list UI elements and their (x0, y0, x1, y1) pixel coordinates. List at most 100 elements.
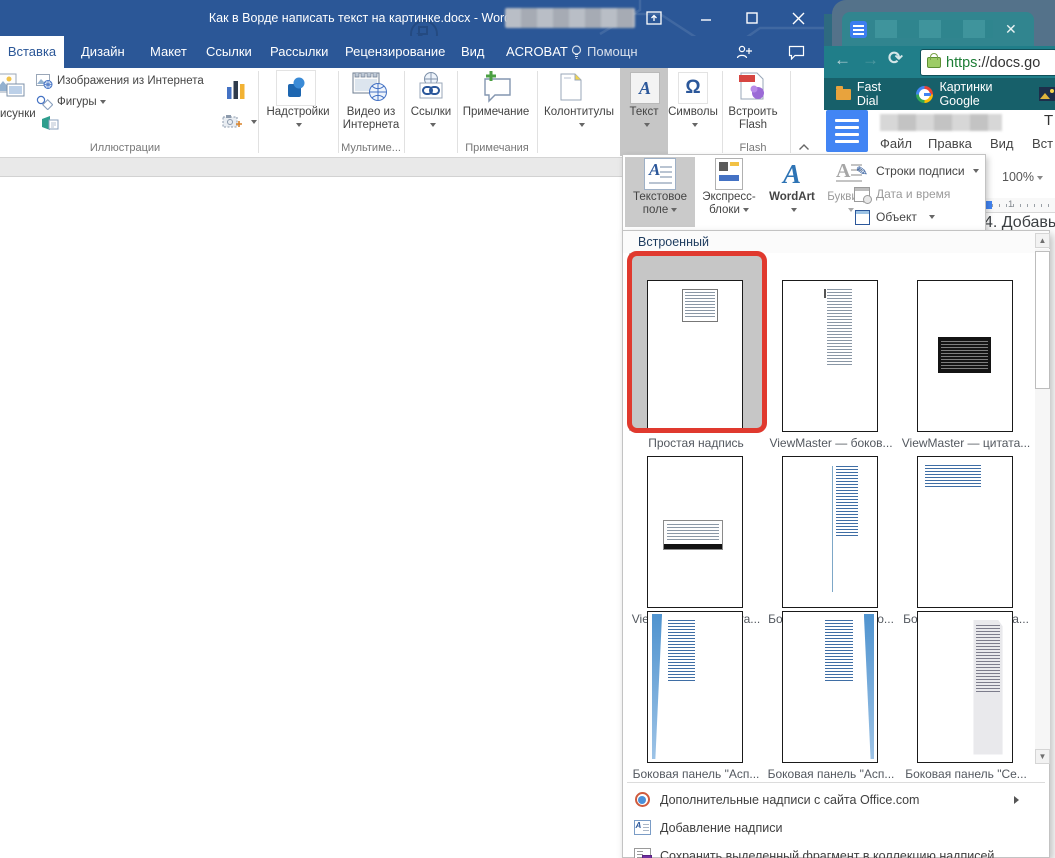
signature-pen-icon: ✎ (852, 161, 873, 181)
tab-review[interactable]: Рецензирование (345, 36, 445, 68)
maximize-button[interactable] (730, 0, 774, 36)
symbols-icon[interactable]: Ω (678, 72, 708, 104)
symbols-button[interactable]: Символы (668, 106, 718, 118)
menu-item-more-from-office[interactable]: Дополнительные надписи с сайта Office.co… (623, 786, 1033, 813)
new-comment-icon[interactable] (476, 69, 514, 103)
group-separator (338, 71, 339, 153)
bookmark-image-icon-partial[interactable] (1039, 87, 1055, 101)
gallery-item-label: ViewMaster — боков... (762, 436, 900, 450)
online-pictures-button[interactable]: Изображения из Интернета (57, 75, 204, 87)
reload-icon[interactable]: ⟳ (888, 48, 903, 69)
docs-menu-file[interactable]: Файл (880, 136, 912, 151)
object-button[interactable]: Объект (853, 207, 983, 227)
menu-item-label: Дополнительные надписи с сайта Office.co… (660, 793, 919, 807)
tab-insert[interactable]: Вставка (0, 36, 64, 68)
forward-icon[interactable]: → (862, 50, 879, 70)
submenu-arrow-icon (1014, 796, 1019, 804)
screenshot-caret[interactable] (251, 120, 257, 124)
collapse-ribbon-icon[interactable] (798, 138, 814, 152)
date-time-button[interactable]: Дата и время (853, 184, 983, 204)
addins-button[interactable]: Надстройки (263, 106, 333, 118)
tab-view[interactable]: Вид (461, 36, 485, 68)
docs-zoom-control[interactable]: 100% (1002, 170, 1043, 184)
word-titlebar: Как в Ворде написать текст на картинке.d… (0, 0, 824, 36)
thumbnail-page (917, 456, 1013, 608)
text-box-label1: Текстовое (625, 191, 695, 204)
quick-parts-button[interactable]: Экспресс- блоки (697, 157, 761, 227)
tab-design[interactable]: Дизайн (81, 36, 125, 68)
bookmark-fast-dial[interactable]: Fast Dial (857, 80, 903, 108)
redacted-account-name (505, 8, 635, 28)
back-icon[interactable]: ← (834, 50, 851, 70)
thumbnail-page (917, 611, 1013, 763)
chart-icon[interactable] (226, 78, 246, 100)
signature-caret (973, 169, 979, 173)
pictures-label[interactable]: исунки (0, 108, 36, 120)
bookmarks-bar: Fast Dial Картинки Google (824, 78, 1055, 110)
share-icon[interactable] (724, 36, 764, 68)
scroll-down-button[interactable]: ▼ (1035, 749, 1050, 764)
embed-flash-icon[interactable] (736, 70, 768, 104)
bookmark-google-images[interactable]: Картинки Google (939, 80, 1029, 108)
group-separator (404, 71, 405, 153)
wordart-caret (791, 208, 797, 212)
group-separator (722, 71, 723, 153)
links-icon[interactable] (414, 71, 448, 103)
comment-bubble-icon[interactable] (776, 36, 816, 68)
redacted-docs-title (880, 114, 1002, 131)
text-box-button[interactable]: A Текстовое поле (625, 157, 695, 227)
embed-flash-label2[interactable]: Flash (726, 119, 780, 131)
tab-acrobat[interactable]: ACROBAT (506, 36, 568, 68)
signature-line-button[interactable]: ✎ Строки подписи (853, 161, 983, 181)
tab-tell-me-help[interactable]: Помощн (571, 36, 638, 68)
text-group-icon: A (630, 72, 660, 104)
browser-toolbar: ← → ⟳ https://docs.go (824, 46, 1055, 78)
lightbulb-icon (571, 45, 582, 60)
tab-references[interactable]: Ссылки (206, 36, 252, 68)
scrollbar-thumb[interactable] (1035, 251, 1050, 389)
screenshot-stage: Как в Ворде написать текст на картинке.d… (0, 0, 1055, 858)
close-button[interactable] (776, 0, 820, 36)
group-separator (258, 71, 259, 153)
address-bar[interactable]: https://docs.go (920, 49, 1055, 76)
help-tab-label: Помощн (587, 36, 638, 68)
tab-mailings[interactable]: Рассылки (270, 36, 328, 68)
gallery-item-label: ViewMaster — цитата... (897, 436, 1035, 450)
addins-icon[interactable] (276, 70, 316, 106)
menu-item-draw-text-box[interactable]: A Добавление надписи (623, 814, 1033, 841)
docs-menu-edit[interactable]: Правка (928, 136, 972, 151)
online-video-label2[interactable]: Интернета (340, 119, 402, 131)
tab-close-icon[interactable]: ✕ (1005, 21, 1017, 38)
scroll-up-button[interactable]: ▲ (1035, 233, 1050, 248)
menu-item-save-selection[interactable]: Сохранить выделенный фрагмент в коллекци… (623, 842, 1033, 858)
browser-tab[interactable]: ✕ (842, 12, 1034, 46)
tab-layout[interactable]: Макет (150, 36, 187, 68)
object-icon (853, 210, 871, 225)
url-text: https://docs.go (946, 55, 1040, 71)
symbols-caret (692, 123, 698, 127)
smartart-icon[interactable] (40, 115, 59, 133)
pictures-icon[interactable] (0, 70, 26, 104)
gallery-scrollbar[interactable]: ▲ ▼ (1035, 233, 1050, 779)
online-video-icon[interactable] (350, 71, 390, 103)
wordart-icon: A (783, 160, 801, 188)
shapes-button[interactable]: Фигуры (57, 96, 106, 108)
ribbon: исунки Изображения из Интернета Фигуры И… (0, 68, 824, 158)
red-selection-annotation (627, 251, 767, 433)
text-box-caret (671, 208, 677, 212)
header-footer-icon[interactable] (558, 71, 584, 103)
wordart-button[interactable]: A WordArt (763, 157, 821, 227)
minimize-button[interactable] (684, 0, 728, 36)
screenshot-icon[interactable] (222, 112, 244, 130)
embed-flash-button[interactable]: Встроить (726, 106, 780, 118)
online-video-button[interactable]: Видео из (340, 106, 402, 118)
header-footer-caret (579, 123, 585, 127)
object-caret (929, 215, 935, 219)
ribbon-display-options-button[interactable] (632, 0, 676, 36)
docs-menu-view[interactable]: Вид (990, 136, 1014, 151)
header-footer-button[interactable]: Колонтитулы (538, 106, 620, 118)
gallery-item-label: Боковая панель "Асп... (627, 767, 765, 781)
comment-button[interactable]: Примечание (458, 106, 534, 118)
links-button[interactable]: Ссылки (406, 106, 456, 118)
docs-menu-insert[interactable]: Вст (1032, 136, 1053, 151)
